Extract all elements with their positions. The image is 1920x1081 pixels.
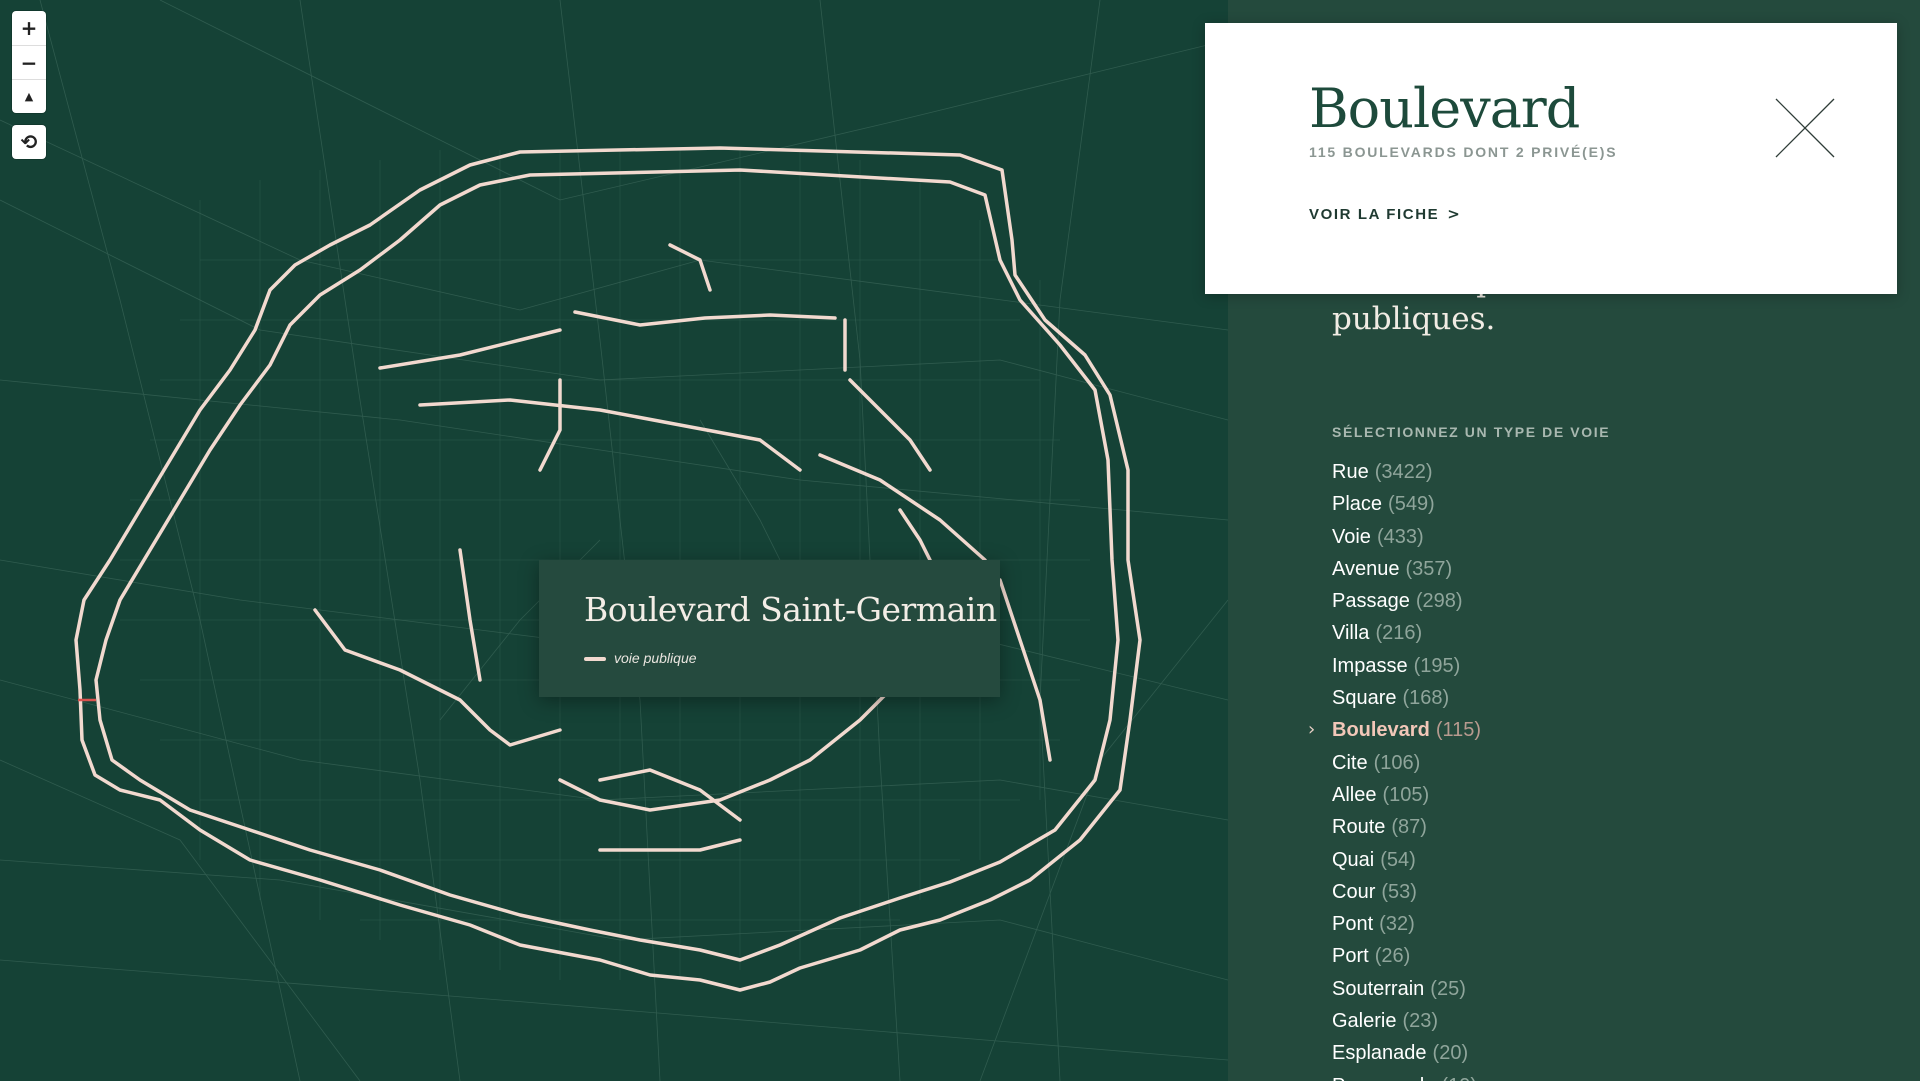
- legend-swatch: [584, 657, 606, 661]
- street-type-name: Pont: [1332, 913, 1374, 936]
- street-type-name: Rue: [1332, 461, 1369, 483]
- street-type-item-square[interactable]: Square (168): [1332, 682, 1481, 714]
- street-type-count: (216): [1375, 622, 1423, 645]
- select-type-label: SÉLECTIONNEZ UN TYPE DE VOIE: [1332, 424, 1611, 440]
- chevron-right-icon: >: [1447, 205, 1462, 223]
- compass-button[interactable]: ▲: [12, 79, 46, 113]
- street-type-count: (25): [1430, 977, 1466, 1000]
- street-tooltip: Boulevard Saint-Germain voie publique: [539, 560, 1000, 697]
- street-type-count: (106): [1373, 751, 1421, 774]
- street-type-name: Place: [1332, 493, 1383, 516]
- street-type-item-villa[interactable]: Villa (216): [1332, 617, 1481, 649]
- card-title: Boulevard: [1309, 77, 1580, 140]
- info-card: Boulevard 115 BOULEVARDS DONT 2 PRIVÉ(E)…: [1205, 23, 1897, 294]
- street-type-item-promenade[interactable]: Promenade (19): [1332, 1070, 1481, 1081]
- street-type-count: (32): [1379, 913, 1415, 936]
- street-type-count: (53): [1381, 880, 1417, 903]
- street-type-count: (105): [1382, 783, 1430, 806]
- card-subtitle: 115 BOULEVARDS DONT 2 PRIVÉ(E)S: [1309, 144, 1618, 160]
- street-type-name: Cite: [1332, 751, 1368, 774]
- close-icon[interactable]: [1774, 97, 1836, 159]
- street-type-count: (298): [1415, 590, 1463, 613]
- street-network: [0, 0, 1228, 1081]
- street-type-item-cour[interactable]: Cour (53): [1332, 876, 1481, 908]
- street-type-count: (26): [1374, 945, 1411, 968]
- street-type-count: (23): [1402, 1010, 1439, 1033]
- street-type-item-route[interactable]: Route (87): [1332, 811, 1481, 843]
- street-type-item-impasse[interactable]: Impasse (195): [1332, 650, 1481, 682]
- street-type-count: (549): [1388, 493, 1435, 516]
- street-type-name: Souterrain: [1332, 977, 1425, 1000]
- street-type-item-port[interactable]: Port (26): [1332, 940, 1481, 972]
- zoom-controls: + − ▲: [12, 11, 46, 113]
- street-type-name: Voie: [1332, 525, 1371, 548]
- zoom-out-button[interactable]: −: [12, 45, 46, 79]
- street-type-name: Cour: [1332, 880, 1376, 903]
- street-type-item-pont[interactable]: Pont (32): [1332, 908, 1481, 940]
- street-type-count: (168): [1402, 687, 1450, 710]
- street-grid: [0, 0, 1228, 1081]
- map-view[interactable]: + − ▲ ⟲ Boulevard Saint-Germain voie pub…: [0, 0, 1228, 1081]
- street-type-item-rue[interactable]: Rue (3422): [1332, 456, 1481, 488]
- reset-view-button[interactable]: ⟲: [12, 125, 46, 159]
- street-type-name: Allee: [1332, 783, 1377, 806]
- street-type-count: (433): [1376, 525, 1424, 548]
- tooltip-title: Boulevard Saint-Germain: [584, 590, 997, 629]
- reset-controls: ⟲: [12, 125, 46, 159]
- street-type-item-avenue[interactable]: Avenue (357): [1332, 553, 1481, 585]
- street-type-name: Passage: [1332, 590, 1410, 613]
- street-type-name: Promenade: [1332, 1075, 1435, 1081]
- street-type-item-cite[interactable]: Cite (106): [1332, 747, 1481, 779]
- street-type-name: Avenue: [1332, 557, 1400, 580]
- street-type-name: Villa: [1332, 622, 1370, 645]
- street-type-name: Galerie: [1332, 1010, 1397, 1033]
- street-type-name: Square: [1332, 687, 1397, 710]
- street-type-item-allee[interactable]: Allee (105): [1332, 779, 1481, 811]
- street-type-count: (3422): [1374, 461, 1433, 483]
- zoom-in-button[interactable]: +: [12, 11, 46, 45]
- view-sheet-label: VOIR LA FICHE: [1309, 206, 1440, 223]
- reset-icon: ⟲: [20, 130, 38, 154]
- compass-icon: ▲: [24, 90, 34, 103]
- street-type-name: Route: [1332, 816, 1386, 839]
- street-type-item-souterrain[interactable]: Souterrain (25): [1332, 973, 1481, 1005]
- street-type-list: Rue (3422) Place (549) Voie (433) Avenue (357) P…: [1308, 456, 1482, 1081]
- street-type-item-voie[interactable]: Voie (433): [1332, 521, 1481, 553]
- street-type-count: (115): [1435, 719, 1482, 742]
- tooltip-legend: voie publique: [614, 650, 697, 666]
- street-type-count: (19): [1441, 1075, 1477, 1081]
- chevron-right-icon: ›: [1308, 719, 1316, 741]
- street-type-count: (20): [1432, 1042, 1469, 1065]
- street-type-name: Port: [1332, 945, 1369, 968]
- street-type-item-place[interactable]: Place (549): [1332, 488, 1481, 520]
- street-type-count: (87): [1391, 816, 1427, 839]
- view-sheet-link[interactable]: VOIR LA FICHE >: [1309, 205, 1461, 223]
- street-type-name: Esplanade: [1332, 1042, 1427, 1065]
- street-type-name: Quai: [1332, 848, 1375, 871]
- street-type-item-galerie[interactable]: Galerie (23): [1332, 1005, 1481, 1037]
- street-type-count: (357): [1405, 557, 1453, 580]
- street-type-item-boulevard[interactable]: › Boulevard (115): [1308, 714, 1482, 746]
- street-type-item-passage[interactable]: Passage (298): [1332, 585, 1481, 617]
- street-type-name: Impasse: [1332, 654, 1408, 677]
- street-type-item-esplanade[interactable]: Esplanade (20): [1332, 1037, 1481, 1069]
- street-type-count: (195): [1413, 654, 1461, 677]
- street-type-item-quai[interactable]: Quai (54): [1332, 844, 1481, 876]
- street-type-name: Boulevard: [1332, 719, 1430, 742]
- street-type-count: (54): [1380, 848, 1416, 871]
